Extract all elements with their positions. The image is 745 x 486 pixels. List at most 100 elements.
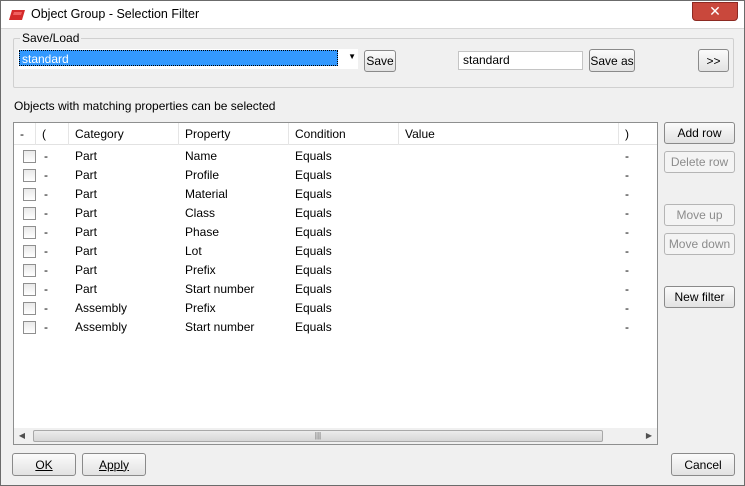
cell-condition[interactable]: Equals: [295, 185, 332, 204]
header-close-paren[interactable]: ): [619, 123, 657, 145]
cell-close-paren[interactable]: -: [625, 318, 629, 337]
row-checkbox[interactable]: [23, 283, 36, 296]
table-row[interactable]: - Part Phase Equals -: [14, 223, 657, 242]
cell-close-paren[interactable]: -: [625, 185, 629, 204]
cell-minus[interactable]: -: [44, 242, 48, 261]
cell-condition[interactable]: Equals: [295, 242, 332, 261]
table-row[interactable]: - Part Name Equals -: [14, 147, 657, 166]
delete-row-button[interactable]: Delete row: [664, 151, 735, 173]
row-checkbox[interactable]: [23, 150, 36, 163]
close-icon: ✕: [709, 3, 721, 19]
table-row[interactable]: - Part Start number Equals -: [14, 280, 657, 299]
row-checkbox[interactable]: [23, 302, 36, 315]
table-row[interactable]: - Part Prefix Equals -: [14, 261, 657, 280]
cell-property[interactable]: Lot: [185, 242, 202, 261]
cell-category[interactable]: Part: [75, 204, 97, 223]
row-checkbox[interactable]: [23, 188, 36, 201]
cell-property[interactable]: Start number: [185, 318, 254, 337]
chevron-down-icon[interactable]: ▼: [348, 52, 356, 61]
cell-close-paren[interactable]: -: [625, 147, 629, 166]
scrollbar-thumb[interactable]: |||: [33, 430, 603, 442]
cell-minus[interactable]: -: [44, 261, 48, 280]
tekla-app-icon: [9, 10, 25, 20]
horizontal-scrollbar[interactable]: ◀ ||| ▶: [14, 428, 657, 444]
cell-category[interactable]: Assembly: [75, 299, 127, 318]
header-value[interactable]: Value: [399, 123, 619, 145]
cell-condition[interactable]: Equals: [295, 299, 332, 318]
header-category[interactable]: Category: [69, 123, 179, 145]
info-label: Objects with matching properties can be …: [14, 99, 276, 113]
row-checkbox[interactable]: [23, 207, 36, 220]
cell-minus[interactable]: -: [44, 204, 48, 223]
cell-condition[interactable]: Equals: [295, 166, 332, 185]
cell-property[interactable]: Name: [185, 147, 217, 166]
table-row[interactable]: - Assembly Start number Equals -: [14, 318, 657, 337]
cell-minus[interactable]: -: [44, 185, 48, 204]
filter-select[interactable]: standard ▼: [18, 49, 358, 69]
cell-minus[interactable]: -: [44, 280, 48, 299]
cell-category[interactable]: Part: [75, 242, 97, 261]
cell-close-paren[interactable]: -: [625, 223, 629, 242]
scroll-left-icon[interactable]: ◀: [14, 428, 30, 444]
cell-condition[interactable]: Equals: [295, 223, 332, 242]
cell-category[interactable]: Part: [75, 185, 97, 204]
cell-property[interactable]: Start number: [185, 280, 254, 299]
scroll-right-icon[interactable]: ▶: [641, 428, 657, 444]
cell-category[interactable]: Assembly: [75, 318, 127, 337]
cancel-button[interactable]: Cancel: [671, 453, 735, 476]
cell-category[interactable]: Part: [75, 261, 97, 280]
cell-minus[interactable]: -: [44, 147, 48, 166]
cell-condition[interactable]: Equals: [295, 147, 332, 166]
cell-category[interactable]: Part: [75, 147, 97, 166]
cell-property[interactable]: Class: [185, 204, 215, 223]
header-property[interactable]: Property: [179, 123, 289, 145]
cell-condition[interactable]: Equals: [295, 261, 332, 280]
ok-button[interactable]: OK: [12, 453, 76, 476]
table-row[interactable]: - Part Class Equals -: [14, 204, 657, 223]
cell-close-paren[interactable]: -: [625, 261, 629, 280]
cell-condition[interactable]: Equals: [295, 204, 332, 223]
row-checkbox[interactable]: [23, 169, 36, 182]
cell-minus[interactable]: -: [44, 318, 48, 337]
save-button[interactable]: Save: [364, 50, 396, 72]
cell-close-paren[interactable]: -: [625, 166, 629, 185]
close-button[interactable]: ✕: [692, 2, 738, 21]
row-checkbox[interactable]: [23, 226, 36, 239]
table-row[interactable]: - Part Material Equals -: [14, 185, 657, 204]
cell-property[interactable]: Material: [185, 185, 228, 204]
table-row[interactable]: - Part Lot Equals -: [14, 242, 657, 261]
cell-category[interactable]: Part: [75, 223, 97, 242]
cell-close-paren[interactable]: -: [625, 242, 629, 261]
cell-close-paren[interactable]: -: [625, 299, 629, 318]
cell-close-paren[interactable]: -: [625, 280, 629, 299]
cell-category[interactable]: Part: [75, 166, 97, 185]
save-as-input[interactable]: standard: [458, 51, 583, 70]
cell-condition[interactable]: Equals: [295, 318, 332, 337]
apply-button[interactable]: Apply: [82, 453, 146, 476]
add-row-button[interactable]: Add row: [664, 122, 735, 144]
row-checkbox[interactable]: [23, 321, 36, 334]
move-up-button[interactable]: Move up: [664, 204, 735, 226]
move-down-button[interactable]: Move down: [664, 233, 735, 255]
cell-minus[interactable]: -: [44, 166, 48, 185]
cell-property[interactable]: Prefix: [185, 299, 216, 318]
save-as-button[interactable]: Save as: [589, 49, 635, 72]
table-row[interactable]: - Assembly Prefix Equals -: [14, 299, 657, 318]
row-checkbox[interactable]: [23, 264, 36, 277]
filter-table: - ( Category Property Condition Value ) …: [13, 122, 658, 445]
header-condition[interactable]: Condition: [289, 123, 399, 145]
header-minus[interactable]: -: [14, 123, 36, 145]
row-checkbox[interactable]: [23, 245, 36, 258]
cell-close-paren[interactable]: -: [625, 204, 629, 223]
cell-property[interactable]: Phase: [185, 223, 219, 242]
cell-property[interactable]: Prefix: [185, 261, 216, 280]
cell-minus[interactable]: -: [44, 223, 48, 242]
new-filter-button[interactable]: New filter: [664, 286, 735, 308]
header-open-paren[interactable]: (: [36, 123, 69, 145]
cell-category[interactable]: Part: [75, 280, 97, 299]
cell-condition[interactable]: Equals: [295, 280, 332, 299]
table-row[interactable]: - Part Profile Equals -: [14, 166, 657, 185]
cell-property[interactable]: Profile: [185, 166, 219, 185]
more-options-button[interactable]: >>: [698, 49, 729, 72]
cell-minus[interactable]: -: [44, 299, 48, 318]
